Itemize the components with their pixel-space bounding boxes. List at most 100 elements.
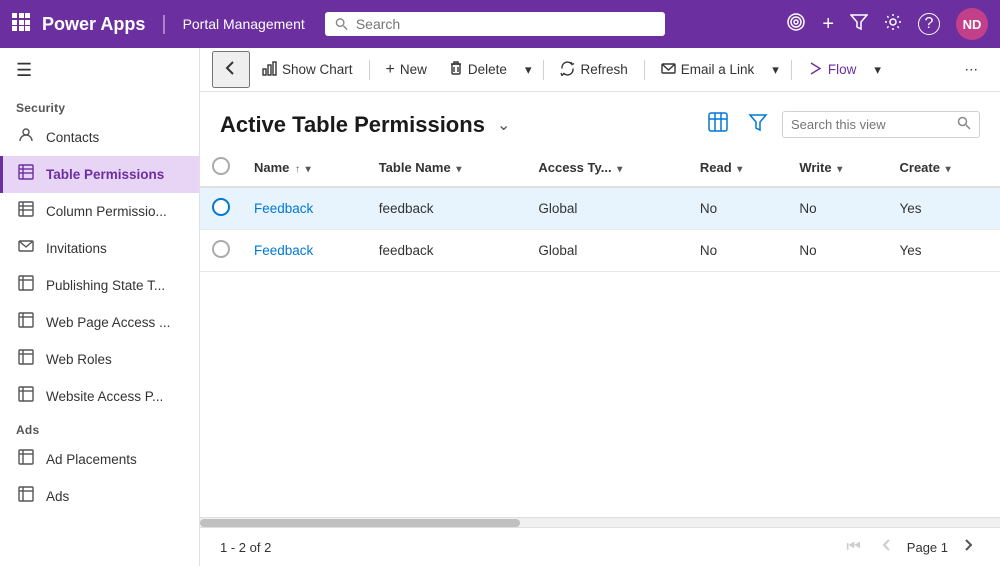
app-title: Power Apps bbox=[42, 14, 145, 35]
table-row[interactable]: Feedback feedback Global No No Yes bbox=[200, 187, 1000, 230]
select-all-header[interactable] bbox=[200, 149, 242, 187]
col-header-table-name[interactable]: Table Name ▾ bbox=[367, 149, 527, 187]
refresh-label: Refresh bbox=[580, 62, 627, 77]
nav-icons: + ? ND bbox=[786, 8, 988, 40]
flow-button[interactable]: Flow bbox=[798, 55, 867, 85]
sidebar-item-invitations-label: Invitations bbox=[46, 241, 107, 256]
help-icon[interactable]: ? bbox=[918, 13, 940, 35]
search-this-view[interactable] bbox=[782, 111, 980, 138]
row-2-name[interactable]: Feedback bbox=[242, 230, 367, 272]
sidebar-item-ad-placements[interactable]: Ad Placements bbox=[0, 441, 199, 478]
back-button[interactable] bbox=[212, 51, 250, 88]
publishing-state-icon bbox=[16, 275, 36, 296]
filter-icon[interactable] bbox=[850, 13, 868, 36]
grid-icon[interactable] bbox=[12, 13, 30, 36]
col-header-read[interactable]: Read ▾ bbox=[688, 149, 787, 187]
add-icon[interactable]: + bbox=[822, 13, 834, 36]
row-2-radio[interactable] bbox=[212, 240, 230, 258]
sidebar-item-publishing-state[interactable]: Publishing State T... bbox=[0, 267, 199, 304]
hamburger-icon[interactable]: ☰ bbox=[0, 48, 199, 93]
top-nav: Power Apps | Portal Management + ? ND bbox=[0, 0, 1000, 48]
sidebar-item-column-permissions[interactable]: Column Permissio... bbox=[0, 193, 199, 230]
row-1-radio[interactable] bbox=[212, 198, 230, 216]
more-icon: ⋯ bbox=[965, 62, 979, 78]
row-1-select[interactable] bbox=[200, 187, 242, 230]
new-button[interactable]: + New bbox=[376, 55, 437, 85]
table-name-sort-icon[interactable]: ▾ bbox=[456, 164, 461, 175]
delete-button[interactable]: Delete bbox=[439, 55, 517, 84]
sidebar-item-ads[interactable]: Ads bbox=[0, 478, 199, 515]
row-2-write: No bbox=[787, 230, 887, 272]
col-access-type-label: Access Ty... bbox=[538, 160, 611, 175]
col-header-create[interactable]: Create ▾ bbox=[888, 149, 1000, 187]
new-label: New bbox=[400, 62, 427, 77]
row-2-select[interactable] bbox=[200, 230, 242, 272]
refresh-icon bbox=[560, 61, 575, 79]
sidebar-item-web-roles[interactable]: Web Roles bbox=[0, 341, 199, 378]
row-2-table-name: feedback bbox=[367, 230, 527, 272]
email-chevron[interactable]: ▾ bbox=[766, 56, 785, 84]
sidebar-item-invitations[interactable]: Invitations bbox=[0, 230, 199, 267]
show-chart-button[interactable]: Show Chart bbox=[252, 55, 363, 85]
row-1-name[interactable]: Feedback bbox=[242, 187, 367, 230]
write-sort-icon[interactable]: ▾ bbox=[837, 164, 842, 175]
sidebar-item-publishing-state-label: Publishing State T... bbox=[46, 278, 165, 293]
next-page-button[interactable] bbox=[956, 536, 980, 558]
refresh-button[interactable]: Refresh bbox=[550, 55, 637, 85]
row-2-read: No bbox=[688, 230, 787, 272]
sidebar: ☰ Security Contacts Table Permissions Co… bbox=[0, 48, 200, 566]
first-page-button[interactable]: ⏮ bbox=[840, 536, 866, 558]
sidebar-item-web-roles-label: Web Roles bbox=[46, 352, 112, 367]
col-header-write[interactable]: Write ▾ bbox=[787, 149, 887, 187]
column-permissions-icon bbox=[16, 201, 36, 222]
row-2-access-type: Global bbox=[526, 230, 688, 272]
scrollbar-thumb[interactable] bbox=[200, 519, 520, 527]
sort-chevron-icon[interactable]: ▾ bbox=[306, 164, 311, 175]
col-read-label: Read bbox=[700, 160, 732, 175]
select-all-radio[interactable] bbox=[212, 157, 230, 175]
page-label: Page 1 bbox=[907, 540, 948, 555]
columns-icon-button[interactable] bbox=[702, 108, 734, 141]
access-type-sort-icon[interactable]: ▾ bbox=[617, 164, 622, 175]
view-title-chevron[interactable]: ⌄ bbox=[497, 115, 510, 135]
goal-icon[interactable] bbox=[786, 12, 806, 37]
email-icon bbox=[661, 61, 676, 79]
row-2-name-link[interactable]: Feedback bbox=[254, 243, 313, 258]
row-1-read: No bbox=[688, 187, 787, 230]
sidebar-item-web-page-access[interactable]: Web Page Access ... bbox=[0, 304, 199, 341]
col-header-access-type[interactable]: Access Ty... ▾ bbox=[526, 149, 688, 187]
search-input[interactable] bbox=[356, 16, 655, 32]
sidebar-item-column-permissions-label: Column Permissio... bbox=[46, 204, 167, 219]
flow-chevron[interactable]: ▾ bbox=[868, 56, 887, 84]
col-create-label: Create bbox=[900, 160, 940, 175]
create-sort-icon[interactable]: ▾ bbox=[946, 164, 951, 175]
row-1-name-link[interactable]: Feedback bbox=[254, 201, 313, 216]
avatar[interactable]: ND bbox=[956, 8, 988, 40]
data-table: Name ↑ ▾ Table Name ▾ Access Ty... ▾ bbox=[200, 149, 1000, 272]
email-link-button[interactable]: Email a Link bbox=[651, 55, 765, 85]
sort-asc-icon: ↑ bbox=[295, 164, 300, 175]
col-header-name[interactable]: Name ↑ ▾ bbox=[242, 149, 367, 187]
read-sort-icon[interactable]: ▾ bbox=[737, 164, 742, 175]
sidebar-item-table-permissions[interactable]: Table Permissions bbox=[0, 156, 199, 193]
more-button[interactable]: ⋯ bbox=[955, 56, 989, 84]
ad-placements-icon bbox=[16, 449, 36, 470]
delete-chevron[interactable]: ▾ bbox=[519, 56, 538, 84]
search-view-input[interactable] bbox=[791, 117, 951, 132]
section-ads-label: Ads bbox=[0, 415, 199, 441]
pagination: ⏮ Page 1 bbox=[840, 536, 980, 558]
sidebar-item-contacts[interactable]: Contacts bbox=[0, 119, 199, 156]
row-2-create: Yes bbox=[888, 230, 1000, 272]
table-row[interactable]: Feedback feedback Global No No Yes bbox=[200, 230, 1000, 272]
horizontal-scrollbar[interactable] bbox=[200, 517, 1000, 527]
sidebar-item-website-access[interactable]: Website Access P... bbox=[0, 378, 199, 415]
prev-page-button[interactable] bbox=[875, 536, 899, 558]
settings-icon[interactable] bbox=[884, 13, 902, 36]
filter-icon-button[interactable] bbox=[742, 108, 774, 141]
row-1-create: Yes bbox=[888, 187, 1000, 230]
invitations-icon bbox=[16, 238, 36, 259]
show-chart-label: Show Chart bbox=[282, 62, 353, 77]
col-table-name-label: Table Name bbox=[379, 160, 451, 175]
search-bar[interactable] bbox=[325, 12, 665, 36]
table-permissions-icon bbox=[16, 164, 36, 185]
